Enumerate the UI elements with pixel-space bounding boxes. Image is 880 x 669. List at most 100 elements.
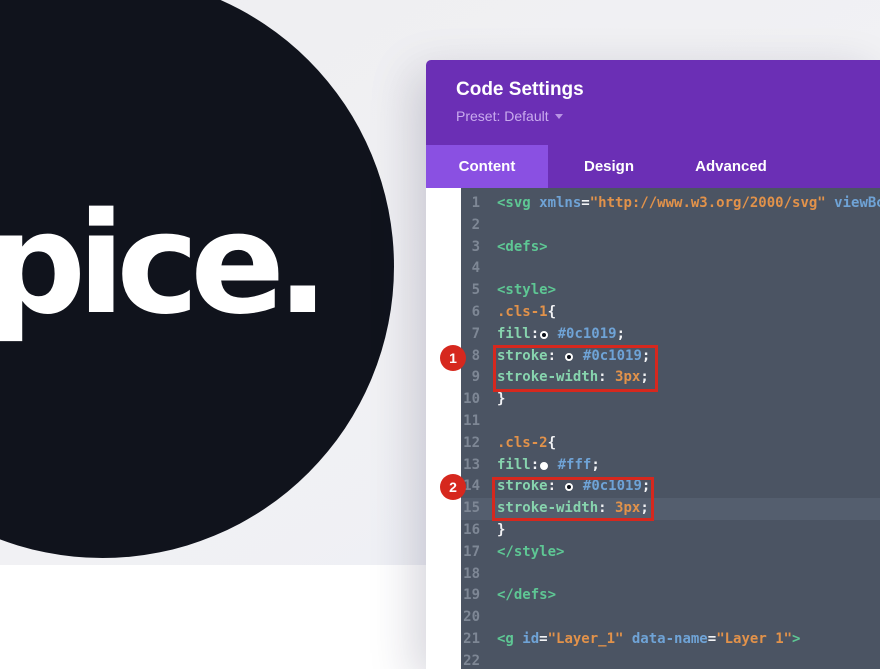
code-token: stroke — [497, 348, 548, 364]
code-token: { — [548, 304, 556, 320]
color-swatch-icon[interactable] — [565, 483, 573, 491]
line-number: 9 — [461, 367, 480, 389]
code-line[interactable]: 17 </style> — [461, 542, 880, 564]
code-line[interactable]: 5 <style> — [461, 280, 880, 302]
code-token — [556, 478, 564, 494]
code-token: #fff — [558, 457, 592, 473]
code-line[interactable]: 11 — [461, 411, 880, 433]
line-number: 5 — [461, 280, 480, 302]
code-token: <g — [497, 631, 514, 647]
editor-left-margin — [426, 188, 461, 669]
code-line-content: stroke-width: 3px; — [497, 498, 649, 520]
line-number: 22 — [461, 651, 480, 669]
code-line[interactable]: 22 — [461, 651, 880, 669]
code-token: ; — [642, 348, 650, 364]
code-editor[interactable]: 1 <svg xmlns="http://www.w3.org/2000/svg"… — [461, 188, 880, 669]
code-line[interactable]: 4 — [461, 258, 880, 280]
line-number: 2 — [461, 215, 480, 237]
color-swatch-icon[interactable] — [565, 353, 573, 361]
code-token: data-name — [623, 631, 707, 647]
code-line-content: <defs> — [497, 237, 548, 259]
line-number: 15 — [461, 498, 480, 520]
code-line[interactable]: 14stroke: #0c1019; — [461, 476, 880, 498]
code-line[interactable]: 13fill: #fff; — [461, 455, 880, 477]
code-line[interactable]: 6 .cls-1{ — [461, 302, 880, 324]
code-line-content: </style> — [497, 542, 564, 564]
code-line-content: stroke: #0c1019; — [497, 476, 650, 498]
line-number: 18 — [461, 564, 480, 586]
code-line-content: <g id="Layer_1" data-name="Layer 1"> — [497, 629, 800, 651]
chevron-down-icon — [555, 114, 563, 119]
code-token: : — [598, 369, 606, 385]
tab-design[interactable]: Design — [548, 145, 670, 188]
code-line[interactable]: 18 — [461, 564, 880, 586]
line-number: 3 — [461, 237, 480, 259]
code-token: <svg — [497, 195, 531, 211]
code-token — [607, 500, 615, 516]
code-line[interactable]: 2 — [461, 215, 880, 237]
code-token — [607, 369, 615, 385]
code-line-content: } — [497, 520, 505, 542]
code-line-content: </defs> — [497, 585, 556, 607]
modal-body: 1 <svg xmlns="http://www.w3.org/2000/svg"… — [426, 188, 880, 669]
tab-advanced-label: Advanced — [695, 158, 767, 175]
code-token: #0c1019 — [558, 326, 617, 342]
preset-selector[interactable]: Preset: Default — [456, 108, 563, 124]
code-token: #0c1019 — [583, 348, 642, 364]
tab-content[interactable]: Content — [426, 145, 548, 188]
code-token: ; — [640, 500, 648, 516]
code-line-content: .cls-1{ — [497, 302, 556, 324]
code-line[interactable]: 10} — [461, 389, 880, 411]
line-number: 10 — [461, 389, 480, 411]
code-token: <style> — [497, 282, 556, 298]
code-line[interactable]: 9 stroke-width: 3px; — [461, 367, 880, 389]
code-token: : — [598, 500, 606, 516]
code-line[interactable]: 20 — [461, 607, 880, 629]
modal-header: Code Settings Preset: Default — [426, 60, 880, 145]
line-number: 20 — [461, 607, 480, 629]
code-token: #0c1019 — [583, 478, 642, 494]
code-token: fill — [497, 457, 531, 473]
line-number: 1 — [461, 193, 480, 215]
line-number: 17 — [461, 542, 480, 564]
line-number: 11 — [461, 411, 480, 433]
code-token: "Layer 1" — [716, 631, 792, 647]
code-line[interactable]: 21<g id="Layer_1" data-name="Layer 1"> — [461, 629, 880, 651]
code-token — [549, 457, 557, 473]
code-token: "http://www.w3.org/2000/svg" — [590, 195, 826, 211]
tab-advanced[interactable]: Advanced — [670, 145, 792, 188]
code-line[interactable]: 1 <svg xmlns="http://www.w3.org/2000/svg"… — [461, 193, 880, 215]
line-number: 7 — [461, 324, 480, 346]
code-token: ; — [640, 369, 648, 385]
code-token: : — [548, 478, 556, 494]
preset-label: Preset: Default — [456, 108, 549, 124]
code-line[interactable]: 7 fill: #0c1019; — [461, 324, 880, 346]
code-line[interactable]: 16} — [461, 520, 880, 542]
code-token: > — [792, 631, 800, 647]
code-line-content: } — [497, 389, 505, 411]
code-token: ; — [591, 457, 599, 473]
code-token: { — [548, 435, 556, 451]
code-token: </defs> — [497, 587, 556, 603]
code-line[interactable]: 12.cls-2{ — [461, 433, 880, 455]
line-number: 6 — [461, 302, 480, 324]
code-token — [549, 326, 557, 342]
code-token: : — [531, 457, 539, 473]
code-token: } — [497, 391, 505, 407]
code-token: stroke — [497, 478, 548, 494]
code-line[interactable]: 15 stroke-width: 3px; — [461, 498, 880, 520]
code-line[interactable]: 19</defs> — [461, 585, 880, 607]
code-line-content: <svg xmlns="http://www.w3.org/2000/svg" … — [497, 193, 880, 215]
code-settings-modal: Code Settings Preset: Default Content De… — [426, 60, 880, 669]
code-token: 3px — [615, 369, 640, 385]
code-token: ; — [617, 326, 625, 342]
code-token: ; — [642, 478, 650, 494]
code-line[interactable]: 3 <defs> — [461, 237, 880, 259]
color-swatch-icon[interactable] — [540, 331, 548, 339]
code-token: 3px — [615, 500, 640, 516]
code-line-content: stroke-width: 3px; — [497, 367, 649, 389]
code-token: = — [708, 631, 716, 647]
code-line[interactable]: 8stroke: #0c1019; — [461, 346, 880, 368]
color-swatch-icon[interactable] — [540, 462, 548, 470]
code-line-content: fill: #0c1019; — [497, 324, 625, 346]
